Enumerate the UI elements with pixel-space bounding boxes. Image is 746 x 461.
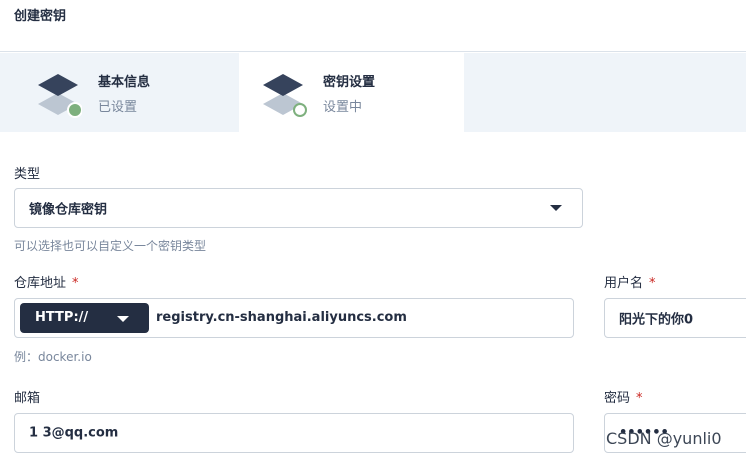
type-select-value: 镜像仓库密钥 bbox=[29, 202, 108, 218]
registry-hint: 例：docker.io bbox=[14, 350, 92, 364]
layers-icon bbox=[263, 74, 307, 117]
username-value: 阳光下的你0 bbox=[619, 312, 694, 328]
step-basic-info[interactable]: 基本信息 已设置 bbox=[14, 53, 239, 132]
step-title: 密钥设置 bbox=[323, 75, 376, 90]
step-status: 设置中 bbox=[323, 100, 363, 115]
step-secret-settings[interactable]: 密钥设置 设置中 bbox=[239, 53, 464, 132]
registry-label: 仓库地址 * bbox=[14, 276, 79, 291]
step-status: 已设置 bbox=[98, 100, 138, 115]
username-input[interactable]: 阳光下的你0 bbox=[604, 298, 746, 338]
step-title: 基本信息 bbox=[98, 75, 151, 90]
password-label: 密码 * bbox=[604, 391, 643, 406]
email-input[interactable]: 1 3@qq.com bbox=[14, 413, 574, 453]
email-value: 1 3@qq.com bbox=[29, 425, 119, 441]
registry-input[interactable]: HTTP:// registry.cn-shanghai.aliyuncs.co… bbox=[14, 298, 574, 338]
registry-value: registry.cn-shanghai.aliyuncs.com bbox=[156, 310, 407, 325]
chevron-down-icon bbox=[550, 205, 562, 211]
chevron-down-icon bbox=[117, 316, 129, 322]
username-label: 用户名 * bbox=[604, 276, 656, 291]
layers-icon bbox=[38, 74, 82, 118]
protocol-value: HTTP:// bbox=[35, 310, 89, 325]
step-bar: 基本信息 已设置 密钥设置 设置中 bbox=[0, 53, 746, 132]
type-hint: 可以选择也可以自定义一个密钥类型 bbox=[14, 239, 207, 253]
page-title: 创建密钥 bbox=[14, 9, 67, 24]
required-mark: * bbox=[636, 391, 643, 406]
type-select[interactable]: 镜像仓库密钥 bbox=[14, 188, 583, 228]
type-label: 类型 bbox=[14, 167, 41, 182]
email-label: 邮箱 bbox=[14, 391, 41, 406]
protocol-select[interactable]: HTTP:// bbox=[20, 303, 149, 333]
required-mark: * bbox=[72, 276, 79, 291]
watermark: CSDN @yunli0 bbox=[606, 429, 722, 448]
page-header: 创建密钥 bbox=[0, 0, 746, 52]
required-mark: * bbox=[649, 276, 656, 291]
